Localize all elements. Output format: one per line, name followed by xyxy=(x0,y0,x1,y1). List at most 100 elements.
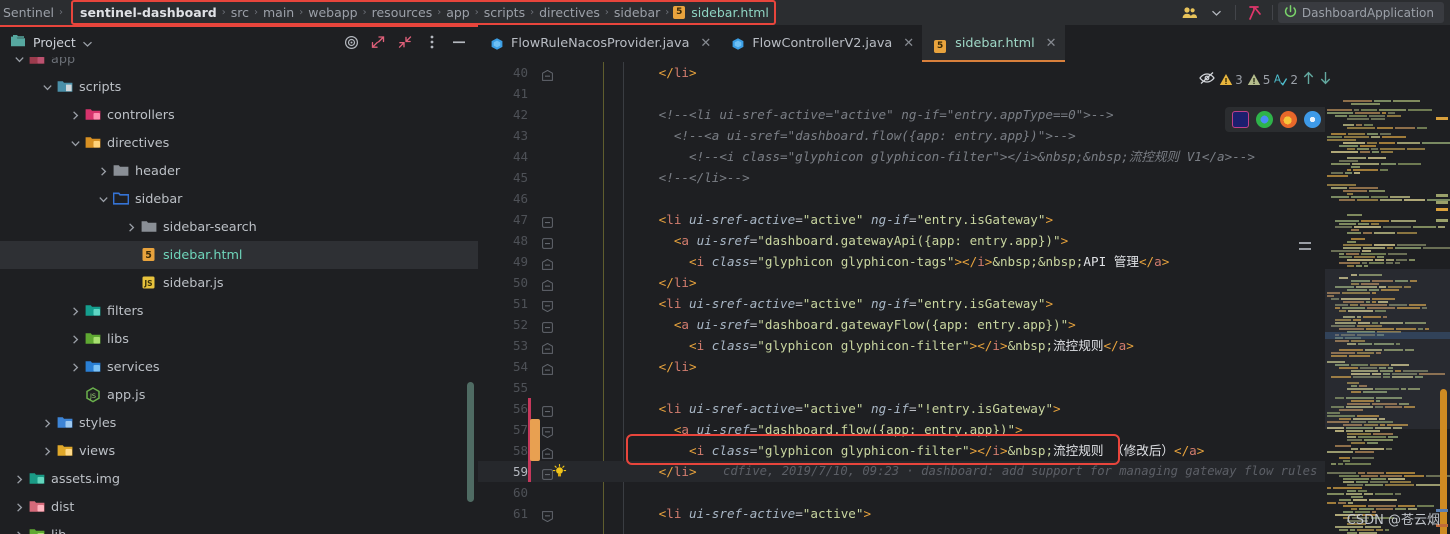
tree-item-sidebar-js[interactable]: JS sidebar.js xyxy=(0,269,478,297)
tree-item-controllers[interactable]: controllers xyxy=(0,101,478,129)
breadcrumb-item-main[interactable]: main xyxy=(262,5,295,20)
close-icon[interactable]: ✕ xyxy=(903,36,914,51)
code-line[interactable]: <li ui-sref-active="active" ng-if="entry… xyxy=(573,209,1450,230)
code-content[interactable]: </li> <!--<li ui-sref-active="active" ng… xyxy=(573,62,1450,534)
people-icon[interactable] xyxy=(1178,0,1204,25)
tree-item-lib[interactable]: lib xyxy=(0,521,478,534)
line-number[interactable]: 44 xyxy=(478,146,573,167)
arrow-down-icon[interactable] xyxy=(1319,71,1332,88)
chevron-right-icon[interactable] xyxy=(12,528,26,534)
chevron-right-icon[interactable] xyxy=(68,360,82,374)
arrow-up-icon[interactable] xyxy=(1302,71,1315,88)
line-number[interactable]: 52 xyxy=(478,314,573,335)
error-stripe-marker[interactable] xyxy=(1436,117,1448,120)
collapse-all-icon[interactable] xyxy=(392,30,418,54)
tree-item-app[interactable]: app xyxy=(0,57,478,73)
tree-item-sidebar-search[interactable]: sidebar-search xyxy=(0,213,478,241)
fold-toggle-icon[interactable] xyxy=(542,507,553,523)
editor-tab-flowrulenacosprovider[interactable]: FlowRuleNacosProvider.java ✕ xyxy=(478,25,719,62)
chevron-down-icon[interactable] xyxy=(1204,0,1230,25)
fold-marker[interactable] xyxy=(1299,248,1311,250)
editor-tab-sidebar-html[interactable]: 5 sidebar.html ✕ xyxy=(922,25,1065,62)
chevron-down-icon[interactable] xyxy=(82,35,92,50)
safari-icon[interactable] xyxy=(1304,111,1321,128)
code-line[interactable]: <i class="glyphicon glyphicon-filter"></… xyxy=(573,335,1450,356)
chevron-right-icon[interactable] xyxy=(12,500,26,514)
line-number[interactable]: 45 xyxy=(478,167,573,188)
breadcrumb-item-webapp[interactable]: webapp xyxy=(307,5,358,20)
ide-preview-icon[interactable] xyxy=(1232,111,1249,128)
line-number[interactable]: 61 xyxy=(478,503,573,524)
breadcrumb-item-scripts[interactable]: scripts xyxy=(483,5,526,20)
line-number[interactable]: 60 xyxy=(478,482,573,503)
fold-toggle-icon[interactable] xyxy=(542,444,553,459)
firefox-icon[interactable] xyxy=(1280,111,1297,128)
breadcrumb-item-app[interactable]: app xyxy=(445,5,471,20)
tree-item-libs[interactable]: libs xyxy=(0,325,478,353)
minimap-viewport[interactable] xyxy=(1325,269,1450,429)
expand-all-icon[interactable] xyxy=(365,30,391,54)
error-stripe-marker[interactable] xyxy=(1436,194,1448,197)
target-locate-icon[interactable] xyxy=(338,30,364,54)
editor-tab-flowcontrollerv2[interactable]: FlowControllerV2.java ✕ xyxy=(719,25,922,62)
close-icon[interactable]: ✕ xyxy=(700,36,711,51)
line-number[interactable]: 53 xyxy=(478,335,573,356)
code-minimap[interactable] xyxy=(1325,99,1450,534)
chevron-right-icon[interactable] xyxy=(96,164,110,178)
fold-toggle-icon[interactable] xyxy=(542,402,553,417)
tree-item-services[interactable]: services xyxy=(0,353,478,381)
tree-item-dist[interactable]: dist xyxy=(0,493,478,521)
tree-item-app-js[interactable]: JS app.js xyxy=(0,381,478,409)
chevron-down-icon[interactable] xyxy=(40,80,54,94)
code-line[interactable]: <li ui-sref-active="active" ng-if="!entr… xyxy=(573,398,1450,419)
breadcrumb-item-resources[interactable]: resources xyxy=(371,5,434,20)
line-number[interactable]: 41 xyxy=(478,83,573,104)
tree-item-views[interactable]: views xyxy=(0,437,478,465)
code-line[interactable]: </li> xyxy=(573,272,1450,293)
tree-item-sidebar-html[interactable]: 5 sidebar.html xyxy=(0,241,478,269)
code-line[interactable]: <li ui-sref-active="active" ng-if="entry… xyxy=(573,293,1450,314)
chevron-right-icon[interactable] xyxy=(40,416,54,430)
fold-toggle-icon[interactable] xyxy=(542,297,553,313)
editor-error-stripe[interactable] xyxy=(1436,99,1450,534)
tree-item-assets-img[interactable]: assets.img xyxy=(0,465,478,493)
line-number[interactable]: 51 xyxy=(478,293,573,314)
tree-item-directives[interactable]: directives xyxy=(0,129,478,157)
chevron-down-icon[interactable] xyxy=(96,192,110,206)
fold-toggle-icon[interactable] xyxy=(542,318,553,333)
run-configuration-selector[interactable]: DashboardApplication xyxy=(1277,2,1444,23)
fold-toggle-icon[interactable] xyxy=(542,339,553,354)
project-tree[interactable]: app scripts controllers directives header… xyxy=(0,57,478,534)
line-number[interactable]: 46 xyxy=(478,188,573,209)
line-number[interactable]: 55 xyxy=(478,377,573,398)
code-line[interactable]: </li> xyxy=(573,356,1450,377)
chevron-right-icon[interactable] xyxy=(68,108,82,122)
warning-count-grey[interactable]: 5 xyxy=(1247,73,1270,87)
editor-scrollbar-thumb[interactable] xyxy=(1440,389,1447,534)
line-number[interactable]: 40 xyxy=(478,62,573,83)
fold-toggle-icon[interactable] xyxy=(542,360,553,375)
code-line[interactable] xyxy=(573,188,1450,209)
chevron-down-icon[interactable] xyxy=(68,136,82,150)
tree-item-scripts[interactable]: scripts xyxy=(0,73,478,101)
line-number[interactable]: 50 xyxy=(478,272,573,293)
fold-toggle-icon[interactable] xyxy=(542,234,553,249)
breadcrumb-item-sidebar-html[interactable]: sidebar.html xyxy=(690,5,770,20)
close-icon[interactable]: ✕ xyxy=(1046,36,1057,51)
code-line[interactable]: <i class="glyphicon glyphicon-tags"></i>… xyxy=(573,251,1450,272)
more-options-icon[interactable] xyxy=(419,30,445,54)
code-line[interactable]: <a ui-sref="dashboard.flow({app: entry.a… xyxy=(573,419,1450,440)
code-line[interactable]: <li ui-sref-active="active"> xyxy=(573,503,1450,524)
breadcrumb-item-sentinel-dashboard[interactable]: sentinel-dashboard xyxy=(79,5,218,20)
line-number[interactable]: 56 xyxy=(478,398,573,419)
line-number[interactable]: 43 xyxy=(478,125,573,146)
code-line[interactable]: </li> cdfive, 2019/7/10, 09:23 · dashboar… xyxy=(573,461,1450,482)
chrome-icon[interactable] xyxy=(1256,111,1273,128)
fold-toggle-icon[interactable] xyxy=(542,276,553,291)
hide-panel-icon[interactable] xyxy=(446,30,472,54)
breadcrumb-item-src[interactable]: src xyxy=(230,5,250,20)
warning-count-yellow[interactable]: 3 xyxy=(1219,73,1243,87)
line-number[interactable]: 57 xyxy=(478,419,573,440)
code-line[interactable]: <a ui-sref="dashboard.gatewayApi({app: e… xyxy=(573,230,1450,251)
code-line[interactable]: <i class="glyphicon glyphicon-filter"></… xyxy=(573,440,1450,461)
